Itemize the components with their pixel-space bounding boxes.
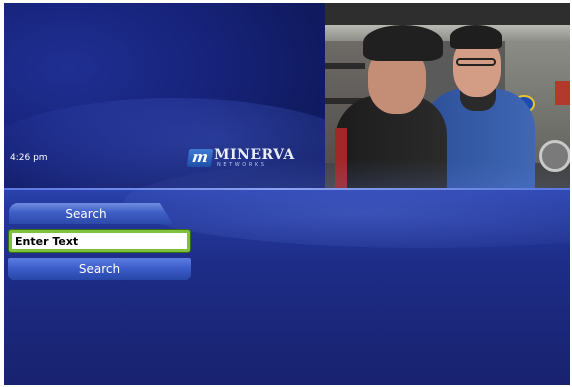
search-button[interactable]: Search	[8, 258, 191, 280]
clock: 4:26 pm	[10, 153, 48, 163]
header-band: 4:26 pm m MINERVA NETWORKS	[4, 3, 384, 238]
logo-brand: MINERVA	[214, 147, 295, 163]
search-input[interactable]	[8, 229, 191, 253]
logo-mark: m	[186, 148, 214, 167]
search-tab[interactable]: Search	[9, 203, 173, 224]
tv-screen: 4:26 pm m MINERVA NETWORKS	[4, 3, 570, 385]
